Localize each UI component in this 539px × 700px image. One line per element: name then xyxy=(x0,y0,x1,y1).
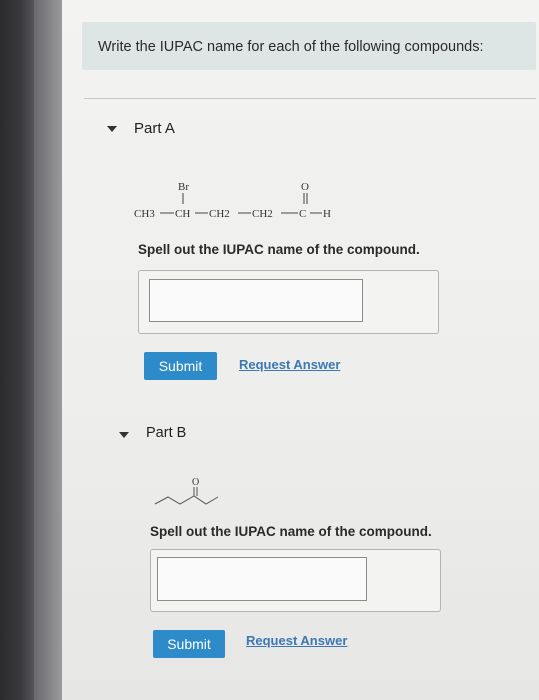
part-b-answer-input[interactable] xyxy=(157,557,367,601)
question-prompt: Write the IUPAC name for each of the fol… xyxy=(98,39,484,55)
part-b-submit-button[interactable]: Submit xyxy=(153,630,225,658)
part-b-request-answer-link[interactable]: Request Answer xyxy=(246,633,347,648)
chain-ch2-a: CH2 xyxy=(209,208,230,220)
chain-ch: CH xyxy=(175,208,190,220)
chain-ch2-b: CH2 xyxy=(252,208,273,220)
collapse-caret-icon[interactable] xyxy=(107,126,117,132)
screen-bezel xyxy=(0,0,34,700)
bromine-label: Br xyxy=(178,181,189,193)
chain-ch3: CH3 xyxy=(134,208,155,220)
part-b-instruction: Spell out the IUPAC name of the compound… xyxy=(150,524,432,539)
chain-aldehyde-h: H xyxy=(323,208,331,220)
oxygen-label: O xyxy=(301,181,309,193)
part-a-answer-input[interactable] xyxy=(149,279,363,322)
chain-carbonyl-c: C xyxy=(299,208,306,220)
part-a-label[interactable]: Part A xyxy=(134,120,175,137)
part-a-request-answer-link[interactable]: Request Answer xyxy=(239,357,340,372)
part-a-instruction: Spell out the IUPAC name of the compound… xyxy=(138,242,420,257)
window-edge xyxy=(34,0,62,700)
section-divider xyxy=(84,98,536,99)
part-a-structure: Br O CH3 CH CH2 CH2 C H xyxy=(134,181,331,220)
part-a-submit-button[interactable]: Submit xyxy=(144,352,217,380)
part-b-structure: O xyxy=(154,477,219,505)
oxygen-label: O xyxy=(192,477,199,488)
part-b-label[interactable]: Part B xyxy=(146,425,186,441)
collapse-caret-icon[interactable] xyxy=(119,432,129,438)
